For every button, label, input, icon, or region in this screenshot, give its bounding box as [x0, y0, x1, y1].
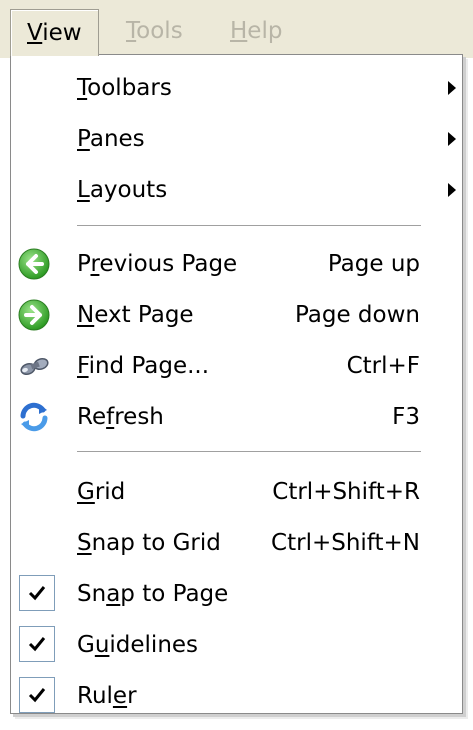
menu-item-next-page[interactable]: Next Page Page down — [11, 290, 462, 340]
menu-item-label: Snap to Page — [77, 569, 228, 619]
menu-item-snap-to-page[interactable]: Snap to Page — [11, 569, 462, 619]
label-post: nap to Grid — [91, 530, 221, 556]
label-pre: Re — [77, 404, 107, 430]
menu-help[interactable]: Help — [214, 0, 298, 54]
menu-item-guidelines[interactable]: Guidelines — [11, 620, 462, 670]
label-accel: e — [112, 683, 128, 709]
menu-item-label: Snap to Grid — [77, 518, 221, 568]
label-pre: P — [77, 251, 91, 277]
refresh-icon — [17, 400, 51, 434]
menu-tools-label-rest: ools — [136, 18, 183, 44]
label-accel: F — [77, 353, 89, 379]
label-accel: P — [77, 126, 90, 152]
shortcut-text: Page up — [327, 251, 420, 277]
label-post: idelines — [109, 632, 199, 658]
label-accel: u — [94, 632, 110, 658]
submenu-arrow-icon — [448, 81, 456, 95]
label-accel: T — [77, 75, 88, 101]
menu-bar: View Tools Help — [0, 0, 473, 58]
menu-item-label: Ruler — [77, 671, 137, 721]
view-dropdown-menu: Toolbars Panes Layouts Previous Page Pag… — [10, 54, 463, 714]
menu-item-label: Grid — [77, 467, 125, 517]
menu-item-previous-page[interactable]: Previous Page Page up — [11, 239, 462, 289]
menu-item-label: Next Page — [77, 290, 194, 340]
label-post: r — [127, 683, 137, 709]
menu-item-panes[interactable]: Panes — [11, 114, 462, 164]
menu-item-toolbars[interactable]: Toolbars — [11, 63, 462, 113]
menu-item-refresh[interactable]: Refresh F3 — [11, 392, 462, 442]
binoculars-icon — [17, 349, 51, 383]
submenu-arrow-icon — [448, 183, 456, 197]
menu-item-grid[interactable]: Grid Ctrl+Shift+R — [11, 467, 462, 517]
label-pre: Rul — [77, 683, 113, 709]
checkmark-box — [19, 626, 55, 662]
menu-item-snap-to-grid[interactable]: Snap to Grid Ctrl+Shift+N — [11, 518, 462, 568]
menu-item-label: Layouts — [77, 165, 167, 215]
label-post: oolbars — [87, 75, 172, 101]
menu-view-accel: V — [27, 20, 43, 46]
label-post: anes — [89, 126, 145, 152]
checkmark-box — [19, 575, 55, 611]
menu-item-label: Previous Page — [77, 239, 237, 289]
menu-tools-accel: T — [126, 18, 137, 44]
menu-view-label-rest: iew — [42, 20, 82, 46]
label-accel: N — [77, 302, 95, 328]
menu-item-label: Refresh — [77, 392, 164, 442]
label-accel: S — [77, 530, 92, 556]
checkmark-icon — [28, 637, 46, 652]
menu-separator — [77, 225, 421, 227]
checkmark-icon — [28, 688, 46, 703]
menu-help-accel: H — [230, 18, 248, 44]
label-pre: Sn — [77, 581, 107, 607]
label-accel: L — [77, 177, 90, 203]
menu-item-label: Panes — [77, 114, 145, 164]
label-post: ext Page — [94, 302, 194, 328]
menu-item-label: Toolbars — [77, 63, 172, 113]
menu-item-layouts[interactable]: Layouts — [11, 165, 462, 215]
checkmark-icon — [28, 586, 46, 601]
menu-view[interactable]: View — [10, 9, 99, 56]
shortcut-text: Page down — [294, 302, 420, 328]
menu-separator — [77, 451, 421, 453]
menu-tools[interactable]: Tools — [110, 0, 199, 54]
label-post: resh — [114, 404, 164, 430]
submenu-arrow-icon — [448, 132, 456, 146]
label-post: ayouts — [89, 177, 168, 203]
menu-item-ruler[interactable]: Ruler — [11, 671, 462, 721]
label-accel: G — [77, 479, 95, 505]
checkmark-box — [19, 677, 55, 713]
menu-item-label: Guidelines — [77, 620, 198, 670]
label-post: p to Page — [120, 581, 229, 607]
shortcut-text: Ctrl+Shift+N — [271, 530, 420, 556]
back-arrow-icon — [17, 247, 51, 281]
label-accel: a — [106, 581, 121, 607]
menu-item-find-page[interactable]: Find Page... Ctrl+F — [11, 341, 462, 391]
menu-help-label-rest: elp — [247, 18, 283, 44]
shortcut-text: Ctrl+F — [346, 353, 420, 379]
label-pre: G — [77, 632, 95, 658]
menu-item-label: Find Page... — [77, 341, 209, 391]
forward-arrow-icon — [17, 298, 51, 332]
label-post: rid — [94, 479, 126, 505]
shortcut-text: Ctrl+Shift+R — [272, 479, 420, 505]
label-post: evious Page — [99, 251, 238, 277]
label-post: ind Page... — [88, 353, 210, 379]
label-accel: f — [106, 404, 115, 430]
shortcut-text: F3 — [392, 404, 420, 430]
